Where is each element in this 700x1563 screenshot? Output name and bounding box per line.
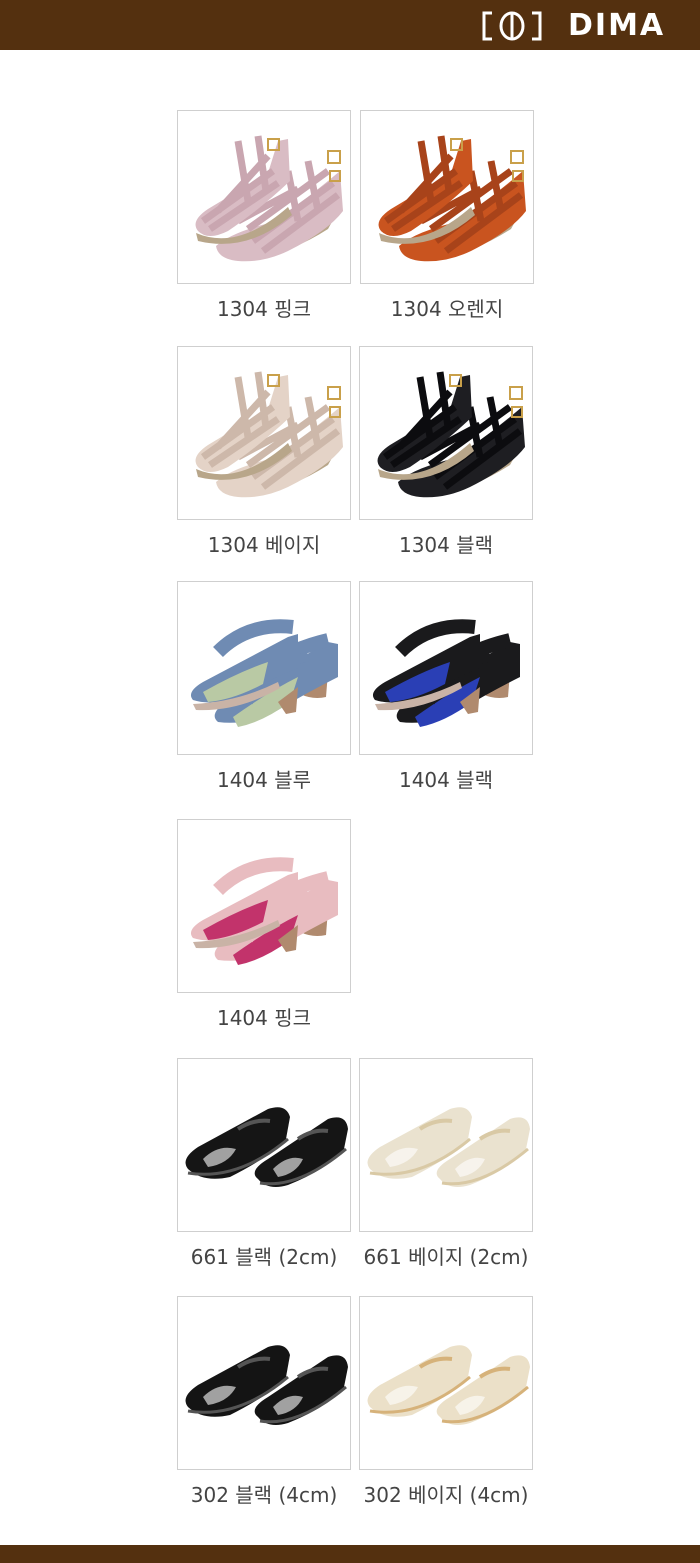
sandal-image-icon — [190, 857, 338, 965]
sandal-image-icon — [378, 135, 526, 262]
sandal-image-icon — [190, 619, 338, 727]
product-label: 661 블랙 (2cm) — [190, 1245, 338, 1269]
product-label: 1304 오렌지 — [390, 297, 504, 321]
brand-logo-mark — [482, 11, 542, 41]
product-label: 1404 핑크 — [216, 1006, 312, 1030]
sandal-image-icon — [185, 1107, 348, 1187]
product-label: 302 베이지 (4cm) — [363, 1483, 529, 1507]
product-label: 302 블랙 (4cm) — [190, 1483, 338, 1507]
product-image[interactable] — [177, 346, 351, 520]
product-image[interactable] — [359, 1296, 533, 1470]
sandal-image-icon — [372, 619, 520, 727]
product-label: 1304 블랙 — [398, 533, 494, 557]
product-label: 661 베이지 (2cm) — [363, 1245, 529, 1269]
product-image[interactable] — [177, 110, 351, 284]
product-label: 1304 핑크 — [216, 297, 312, 321]
sandal-image-icon — [195, 371, 343, 498]
product-image[interactable] — [177, 1296, 351, 1470]
sandal-image-icon — [367, 1345, 530, 1425]
product-label: 1404 블루 — [216, 768, 312, 792]
product-label: 1304 베이지 — [207, 533, 321, 557]
brand-name[interactable]: DIMA — [568, 8, 665, 44]
header-bar: DIMA — [0, 0, 700, 50]
product-image[interactable] — [177, 581, 351, 755]
sandal-image-icon — [367, 1107, 530, 1187]
product-image[interactable] — [360, 110, 534, 284]
sandal-image-icon — [377, 371, 525, 498]
product-label: 1404 블랙 — [398, 768, 494, 792]
sandal-image-icon — [195, 135, 343, 262]
product-image[interactable] — [359, 581, 533, 755]
sandal-image-icon — [185, 1345, 348, 1425]
product-image[interactable] — [359, 1058, 533, 1232]
product-image[interactable] — [359, 346, 533, 520]
product-image[interactable] — [177, 819, 351, 993]
footer-bar — [0, 1545, 700, 1563]
product-image[interactable] — [177, 1058, 351, 1232]
